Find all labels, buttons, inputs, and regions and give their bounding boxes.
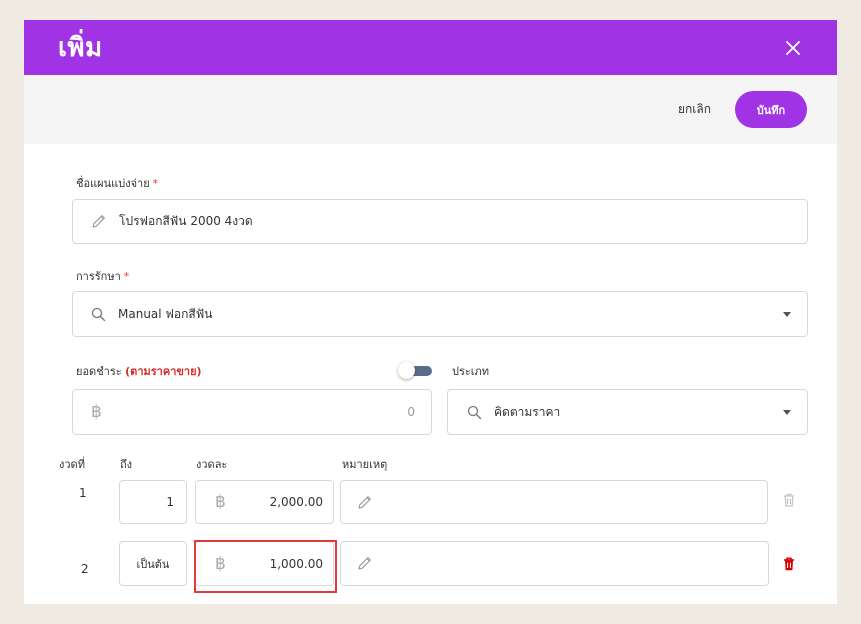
amount-note: (ตามราคาขาย) — [125, 365, 202, 378]
treatment-label-text: การรักษา — [76, 270, 121, 283]
row-note-input[interactable] — [340, 541, 769, 586]
row-to-input[interactable]: 1 — [119, 480, 187, 524]
treatment-label: การรักษา * — [76, 267, 129, 285]
amount-label-text: ยอดชำระ — [76, 365, 122, 378]
header-to: ถึง — [120, 458, 133, 471]
plan-name-input[interactable]: โปรฟอกสีฟัน 2000 4งวด — [72, 199, 808, 244]
cancel-button[interactable]: ยกเลิก — [678, 100, 711, 119]
baht-icon: ฿ — [215, 492, 226, 512]
action-toolbar: ยกเลิก บันทึก — [24, 75, 837, 144]
chevron-down-icon — [783, 410, 791, 415]
header-amount: งวดละ — [196, 458, 228, 471]
search-icon — [91, 307, 106, 322]
row-note-input[interactable] — [340, 480, 768, 524]
header-note: หมายเหตุ — [342, 458, 388, 471]
trash-icon[interactable] — [783, 557, 795, 571]
highlight-box — [194, 540, 337, 593]
row-amount-value: 2,000.00 — [269, 495, 323, 509]
plan-name-label: ชื่อแผนแบ่งจ่าย * — [76, 174, 158, 192]
plan-name-value: โปรฟอกสีฟัน 2000 4งวด — [119, 214, 253, 228]
modal-header: เพิ่ม — [24, 20, 837, 75]
amount-value: 0 — [407, 405, 415, 419]
price-toggle[interactable] — [398, 362, 432, 379]
required-mark: * — [152, 177, 159, 190]
type-value: คิดตามราคา — [494, 404, 561, 419]
row-amount-input[interactable]: ฿ 2,000.00 — [195, 480, 334, 524]
close-icon[interactable] — [781, 36, 805, 60]
type-select[interactable]: คิดตามราคา — [447, 389, 808, 435]
search-icon — [467, 405, 482, 420]
modal-title: เพิ่ม — [58, 33, 103, 63]
row-to-input[interactable]: เป็นต้น — [119, 541, 187, 586]
pencil-icon — [356, 555, 373, 572]
treatment-value: Manual ฟอกสีฟัน — [118, 306, 213, 321]
amount-label: ยอดชำระ (ตามราคาขาย) — [76, 362, 202, 380]
type-label: ประเภท — [452, 365, 490, 378]
row-index: 2 — [81, 562, 89, 576]
header-index: งวดที่ — [59, 458, 85, 471]
pencil-icon — [356, 494, 373, 511]
baht-icon: ฿ — [91, 402, 102, 422]
required-mark: * — [123, 270, 130, 283]
add-plan-modal: เพิ่ม ยกเลิก บันทึก ชื่อแผนแบ่งจ่าย * โปร… — [24, 20, 837, 604]
pencil-icon — [90, 213, 107, 230]
trash-icon[interactable] — [783, 493, 795, 507]
row-to-value: 1 — [166, 495, 174, 509]
row-to-value: เป็นต้น — [136, 557, 170, 571]
chevron-down-icon — [783, 312, 791, 317]
amount-input[interactable]: ฿ 0 — [72, 389, 432, 435]
plan-name-label-text: ชื่อแผนแบ่งจ่าย — [76, 177, 150, 190]
treatment-select[interactable]: Manual ฟอกสีฟัน — [72, 291, 808, 337]
save-button[interactable]: บันทึก — [735, 91, 807, 128]
toggle-knob — [398, 362, 415, 379]
row-index: 1 — [79, 486, 87, 500]
